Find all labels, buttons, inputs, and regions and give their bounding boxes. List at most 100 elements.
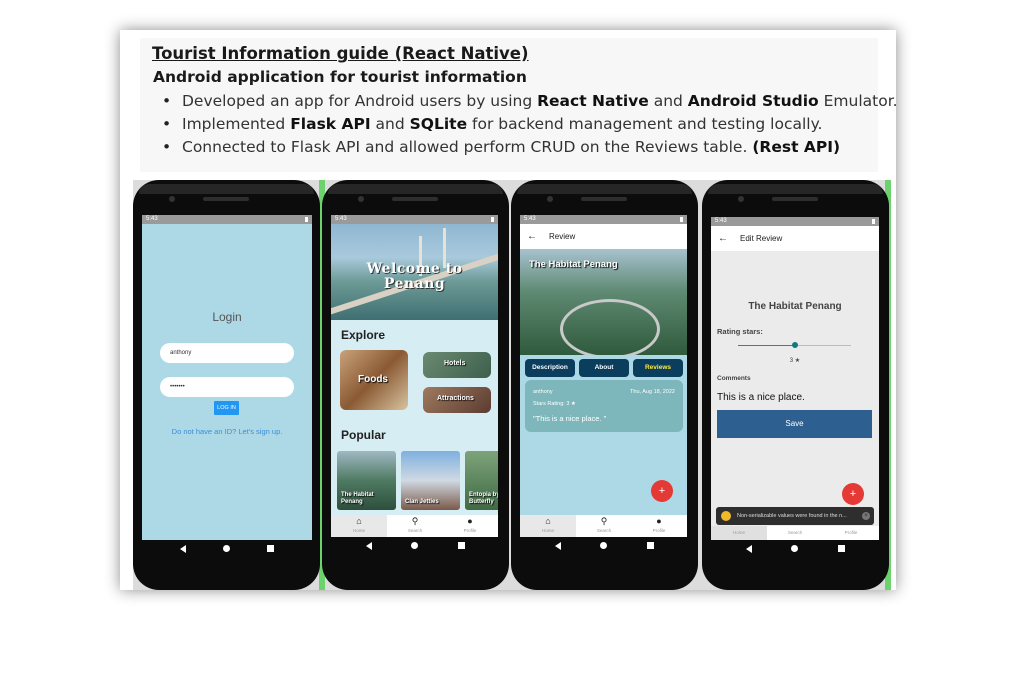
review-screen: 5:43 ← Review The Habitat Penang Descrip… — [520, 215, 687, 537]
signup-link[interactable]: Do not have an ID? Let's sign up. — [142, 427, 312, 436]
camera-icon — [358, 196, 364, 202]
tab-home[interactable]: ⌂ Home — [331, 515, 387, 537]
arrow-left-icon[interactable]: ← — [718, 226, 728, 251]
popular-card[interactable]: Entopia by Penang Butterfly — [465, 451, 498, 510]
status-bar: 5:43 — [711, 217, 879, 226]
hero-title-line2: Penang — [383, 276, 446, 292]
rating-slider-thumb[interactable] — [791, 342, 798, 348]
app-header: ← Edit Review — [711, 226, 879, 251]
nav-recents-icon[interactable] — [458, 542, 465, 549]
nav-home-icon[interactable] — [411, 542, 418, 549]
nav-recents-icon[interactable] — [267, 545, 274, 552]
popular-card[interactable]: The Habitat Penang — [337, 451, 396, 510]
search-icon: ⚲ — [411, 516, 419, 526]
screenshots-strip: 5:43 Login anthony ••••••• LOG IN Do not… — [133, 180, 891, 590]
phone-review: 5:43 ← Review The Habitat Penang Descrip… — [511, 180, 698, 590]
hero-title-line1: Welcome to — [366, 261, 463, 277]
popular-card[interactable]: Clan Jetties — [401, 451, 460, 510]
popular-heading: Popular — [341, 428, 386, 442]
nav-recents-icon[interactable] — [647, 542, 654, 549]
hero-banner: Welcome to Penang — [331, 224, 498, 320]
login-button[interactable]: LOG IN — [214, 401, 239, 415]
warning-toast[interactable]: Non-serializable values were found in th… — [716, 507, 874, 525]
feature-item: Developed an app for Android users by us… — [162, 90, 898, 113]
search-icon: ⚲ — [600, 516, 608, 526]
person-icon: ● — [467, 516, 473, 526]
tab-description[interactable]: Description — [525, 359, 575, 377]
nav-home-icon[interactable] — [791, 545, 798, 552]
android-nav-bar — [142, 540, 312, 558]
project-subtitle: Android application for tourist informat… — [153, 68, 527, 86]
nav-home-icon[interactable] — [223, 545, 230, 552]
battery-icon — [680, 217, 683, 222]
review-rating: Stars Rating: 3 ★ — [533, 401, 576, 407]
battery-icon — [491, 217, 494, 222]
comments-label: Comments — [717, 375, 751, 382]
android-nav-bar — [520, 537, 687, 555]
add-review-button[interactable]: + — [651, 480, 673, 502]
home-icon: ⌂ — [545, 516, 551, 526]
bottom-tab-bar: ⌂ Home ⚲ Search ● Profile — [331, 515, 498, 537]
description-box: Tourist Information guide (React Native)… — [140, 38, 898, 172]
bottom-tab-bar: Home Search Profile — [711, 526, 879, 540]
tab-about[interactable]: About — [579, 359, 629, 377]
hotels-tile[interactable]: Hotels — [423, 352, 491, 378]
tab-profile[interactable]: ● Profile — [631, 515, 687, 537]
place-name: The Habitat Penang — [529, 259, 618, 270]
attractions-tile[interactable]: Attractions — [423, 387, 491, 413]
speaker-grille — [392, 197, 438, 201]
close-icon[interactable]: × — [862, 512, 870, 520]
speaker-grille — [581, 197, 627, 201]
nav-back-icon[interactable] — [746, 545, 752, 553]
project-title: Tourist Information guide (React Native) — [152, 44, 529, 63]
login-title: Login — [212, 310, 242, 324]
phone-login: 5:43 Login anthony ••••••• LOG IN Do not… — [133, 180, 320, 590]
review-comment: "This is a nice place. " — [533, 414, 607, 423]
phone-edit-review: 5:43 ← Edit Review The Habitat Penang Ra… — [702, 180, 889, 590]
android-nav-bar — [711, 540, 879, 558]
nav-back-icon[interactable] — [366, 542, 372, 550]
feature-list: Developed an app for Android users by us… — [162, 90, 898, 159]
tab-search[interactable]: ⚲ Search — [387, 515, 443, 537]
battery-icon — [305, 217, 308, 222]
nav-back-icon[interactable] — [180, 545, 186, 553]
review-card[interactable]: anthony Thu, Aug 18, 2022 Stars Rating: … — [525, 380, 683, 432]
camera-icon — [547, 196, 553, 202]
tab-search[interactable]: Search — [767, 526, 823, 540]
login-screen: 5:43 Login anthony ••••••• LOG IN Do not… — [142, 215, 312, 540]
review-user: anthony — [533, 389, 553, 395]
home-icon: ⌂ — [356, 516, 362, 526]
add-review-button[interactable]: + — [842, 483, 864, 505]
comment-input[interactable]: This is a nice place. — [717, 392, 805, 403]
portfolio-slide: Tourist Information guide (React Native)… — [120, 30, 898, 590]
tab-search[interactable]: ⚲ Search — [576, 515, 632, 537]
warning-icon — [721, 511, 731, 521]
rating-label: Rating stars: — [717, 327, 763, 336]
status-bar: 5:43 — [142, 215, 312, 224]
rating-slider-fill — [738, 345, 795, 346]
tab-home[interactable]: Home — [711, 526, 767, 540]
review-date: Thu, Aug 18, 2022 — [630, 389, 675, 395]
password-field[interactable]: ••••••• — [160, 377, 294, 397]
speaker-grille — [203, 197, 249, 201]
save-button[interactable]: Save — [717, 410, 872, 438]
foods-tile[interactable]: Foods — [340, 350, 408, 410]
status-bar: 5:43 — [331, 215, 498, 224]
nav-back-icon[interactable] — [555, 542, 561, 550]
camera-icon — [169, 196, 175, 202]
header-title: Edit Review — [740, 234, 783, 243]
rating-value: 3 ★ — [789, 358, 801, 364]
username-field[interactable]: anthony — [160, 343, 294, 363]
battery-icon — [872, 219, 875, 224]
speaker-grille — [772, 197, 818, 201]
nav-home-icon[interactable] — [600, 542, 607, 549]
tab-home[interactable]: ⌂ Home — [520, 515, 576, 537]
nav-recents-icon[interactable] — [838, 545, 845, 552]
feature-item: Implemented Flask API and SQLite for bac… — [162, 113, 898, 136]
place-name: The Habitat Penang — [748, 301, 842, 312]
tab-profile[interactable]: ● Profile — [442, 515, 498, 537]
tab-reviews[interactable]: Reviews — [633, 359, 683, 377]
feature-item: Connected to Flask API and allowed perfo… — [162, 136, 898, 159]
arrow-left-icon[interactable]: ← — [527, 224, 537, 249]
tab-profile[interactable]: Profile — [823, 526, 879, 540]
